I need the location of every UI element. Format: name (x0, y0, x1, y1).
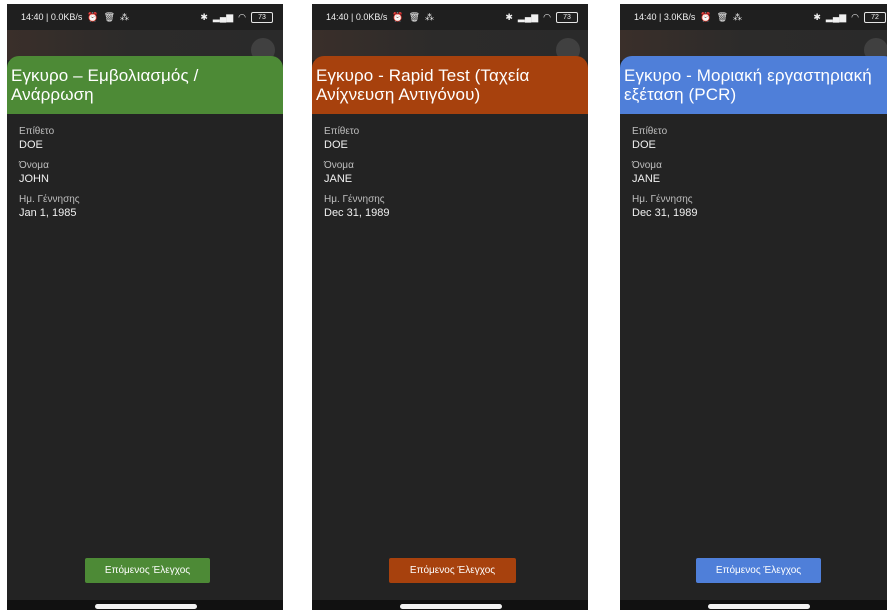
surname-value: DOE (19, 139, 43, 151)
wifi-icon: ◠ (851, 11, 859, 22)
bluetooth-icon: ✱ (505, 11, 513, 22)
home-indicator[interactable] (95, 604, 197, 609)
alarm-icon: ⏰ (87, 11, 99, 22)
status-time-speed: 14:40 | 3.0KB/s (634, 12, 696, 22)
phone-screen-1: 14:40 | 0.0KB/s ⏰ 🗑 ⁂ ✱ ▂▄▆ ◠ 73 Εγκυρο … (7, 4, 283, 610)
signal-bars-icon: ▂▄▆ (212, 11, 234, 22)
first-name-value: JOHN (19, 173, 49, 185)
birth-date-value: Dec 31, 1989 (324, 207, 390, 219)
battery-indicator: 73 (251, 11, 273, 23)
result-header: Εγκυρο - Μοριακή εργαστηριακή εξέταση (P… (620, 56, 887, 114)
navigation-bar (620, 600, 887, 610)
first-name-field: Όνομα JOHN (19, 160, 259, 186)
alarm-icon: ⏰ (392, 11, 404, 22)
surname-field: Επίθετο DOE (632, 126, 872, 152)
result-header: Εγκυρο - Rapid Test (Ταχεία Ανίχνευση Αν… (312, 56, 588, 114)
first-name-label: Όνομα (632, 160, 662, 171)
trash-icon: 🗑 (103, 11, 116, 22)
certificate-details: Επίθετο DOE Όνομα JANE Ημ. Γέννησης Dec … (324, 126, 564, 228)
alarm-icon: ⏰ (700, 11, 712, 22)
trash-icon: 🗑 (716, 11, 729, 22)
bluetooth-icon: ✱ (813, 11, 821, 22)
wifi-icon: ◠ (238, 11, 246, 22)
signal-icon: ⁂ (425, 11, 435, 22)
result-header: Εγκυρο – Εμβολιασμός / Ανάρρωση (7, 56, 283, 114)
surname-label: Επίθετο (324, 126, 360, 137)
status-bar: 14:40 | 0.0KB/s ⏰ 🗑 ⁂ ✱ ▂▄▆ ◠ 73 (7, 4, 283, 30)
next-check-button[interactable]: Επόμενος Έλεγχος (696, 558, 821, 583)
phone-screen-3: 14:40 | 3.0KB/s ⏰ 🗑 ⁂ ✱ ▂▄▆ ◠ 72 Εγκυρο … (620, 4, 887, 610)
surname-field: Επίθετο DOE (19, 126, 259, 152)
phone-screen-2: 14:40 | 0.0KB/s ⏰ 🗑 ⁂ ✱ ▂▄▆ ◠ 73 Εγκυρο … (312, 4, 588, 610)
battery-indicator: 72 (864, 11, 886, 23)
status-time-speed: 14:40 | 0.0KB/s (21, 12, 83, 22)
birth-date-field: Ημ. Γέννησης Dec 31, 1989 (632, 194, 872, 220)
signal-bars-icon: ▂▄▆ (825, 11, 847, 22)
trash-icon: 🗑 (408, 11, 421, 22)
birth-date-label: Ημ. Γέννησης (632, 194, 693, 205)
first-name-value: JANE (324, 173, 353, 185)
first-name-value: JANE (632, 173, 661, 185)
birth-date-label: Ημ. Γέννησης (324, 194, 385, 205)
surname-value: DOE (324, 139, 348, 151)
birth-date-value: Dec 31, 1989 (632, 207, 698, 219)
signal-bars-icon: ▂▄▆ (517, 11, 539, 22)
birth-date-field: Ημ. Γέννησης Dec 31, 1989 (324, 194, 564, 220)
next-check-button[interactable]: Επόμενος Έλεγχος (85, 558, 210, 583)
bluetooth-icon: ✱ (200, 11, 208, 22)
status-time-speed: 14:40 | 0.0KB/s (326, 12, 388, 22)
next-check-button[interactable]: Επόμενος Έλεγχος (389, 558, 516, 583)
result-title: Εγκυρο – Εμβολιασμός / Ανάρρωση (11, 66, 199, 104)
navigation-bar (312, 600, 588, 610)
navigation-bar (7, 600, 283, 610)
result-title: Εγκυρο - Μοριακή εργαστηριακή εξέταση (P… (624, 66, 872, 104)
home-indicator[interactable] (400, 604, 502, 609)
birth-date-field: Ημ. Γέννησης Jan 1, 1985 (19, 194, 259, 220)
surname-label: Επίθετο (632, 126, 668, 137)
first-name-field: Όνομα JANE (324, 160, 564, 186)
first-name-field: Όνομα JANE (632, 160, 872, 186)
wifi-icon: ◠ (543, 11, 551, 22)
signal-icon: ⁂ (120, 11, 130, 22)
certificate-details: Επίθετο DOE Όνομα JOHN Ημ. Γέννησης Jan … (19, 126, 259, 228)
battery-indicator: 73 (556, 11, 578, 23)
surname-field: Επίθετο DOE (324, 126, 564, 152)
birth-date-value: Jan 1, 1985 (19, 207, 77, 219)
signal-icon: ⁂ (733, 11, 743, 22)
surname-value: DOE (632, 139, 656, 151)
home-indicator[interactable] (708, 604, 810, 609)
status-bar: 14:40 | 3.0KB/s ⏰ 🗑 ⁂ ✱ ▂▄▆ ◠ 72 (620, 4, 887, 30)
first-name-label: Όνομα (324, 160, 354, 171)
result-title: Εγκυρο - Rapid Test (Ταχεία Ανίχνευση Αν… (316, 66, 530, 104)
surname-label: Επίθετο (19, 126, 55, 137)
certificate-details: Επίθετο DOE Όνομα JANE Ημ. Γέννησης Dec … (632, 126, 872, 228)
first-name-label: Όνομα (19, 160, 49, 171)
birth-date-label: Ημ. Γέννησης (19, 194, 80, 205)
status-bar: 14:40 | 0.0KB/s ⏰ 🗑 ⁂ ✱ ▂▄▆ ◠ 73 (312, 4, 588, 30)
